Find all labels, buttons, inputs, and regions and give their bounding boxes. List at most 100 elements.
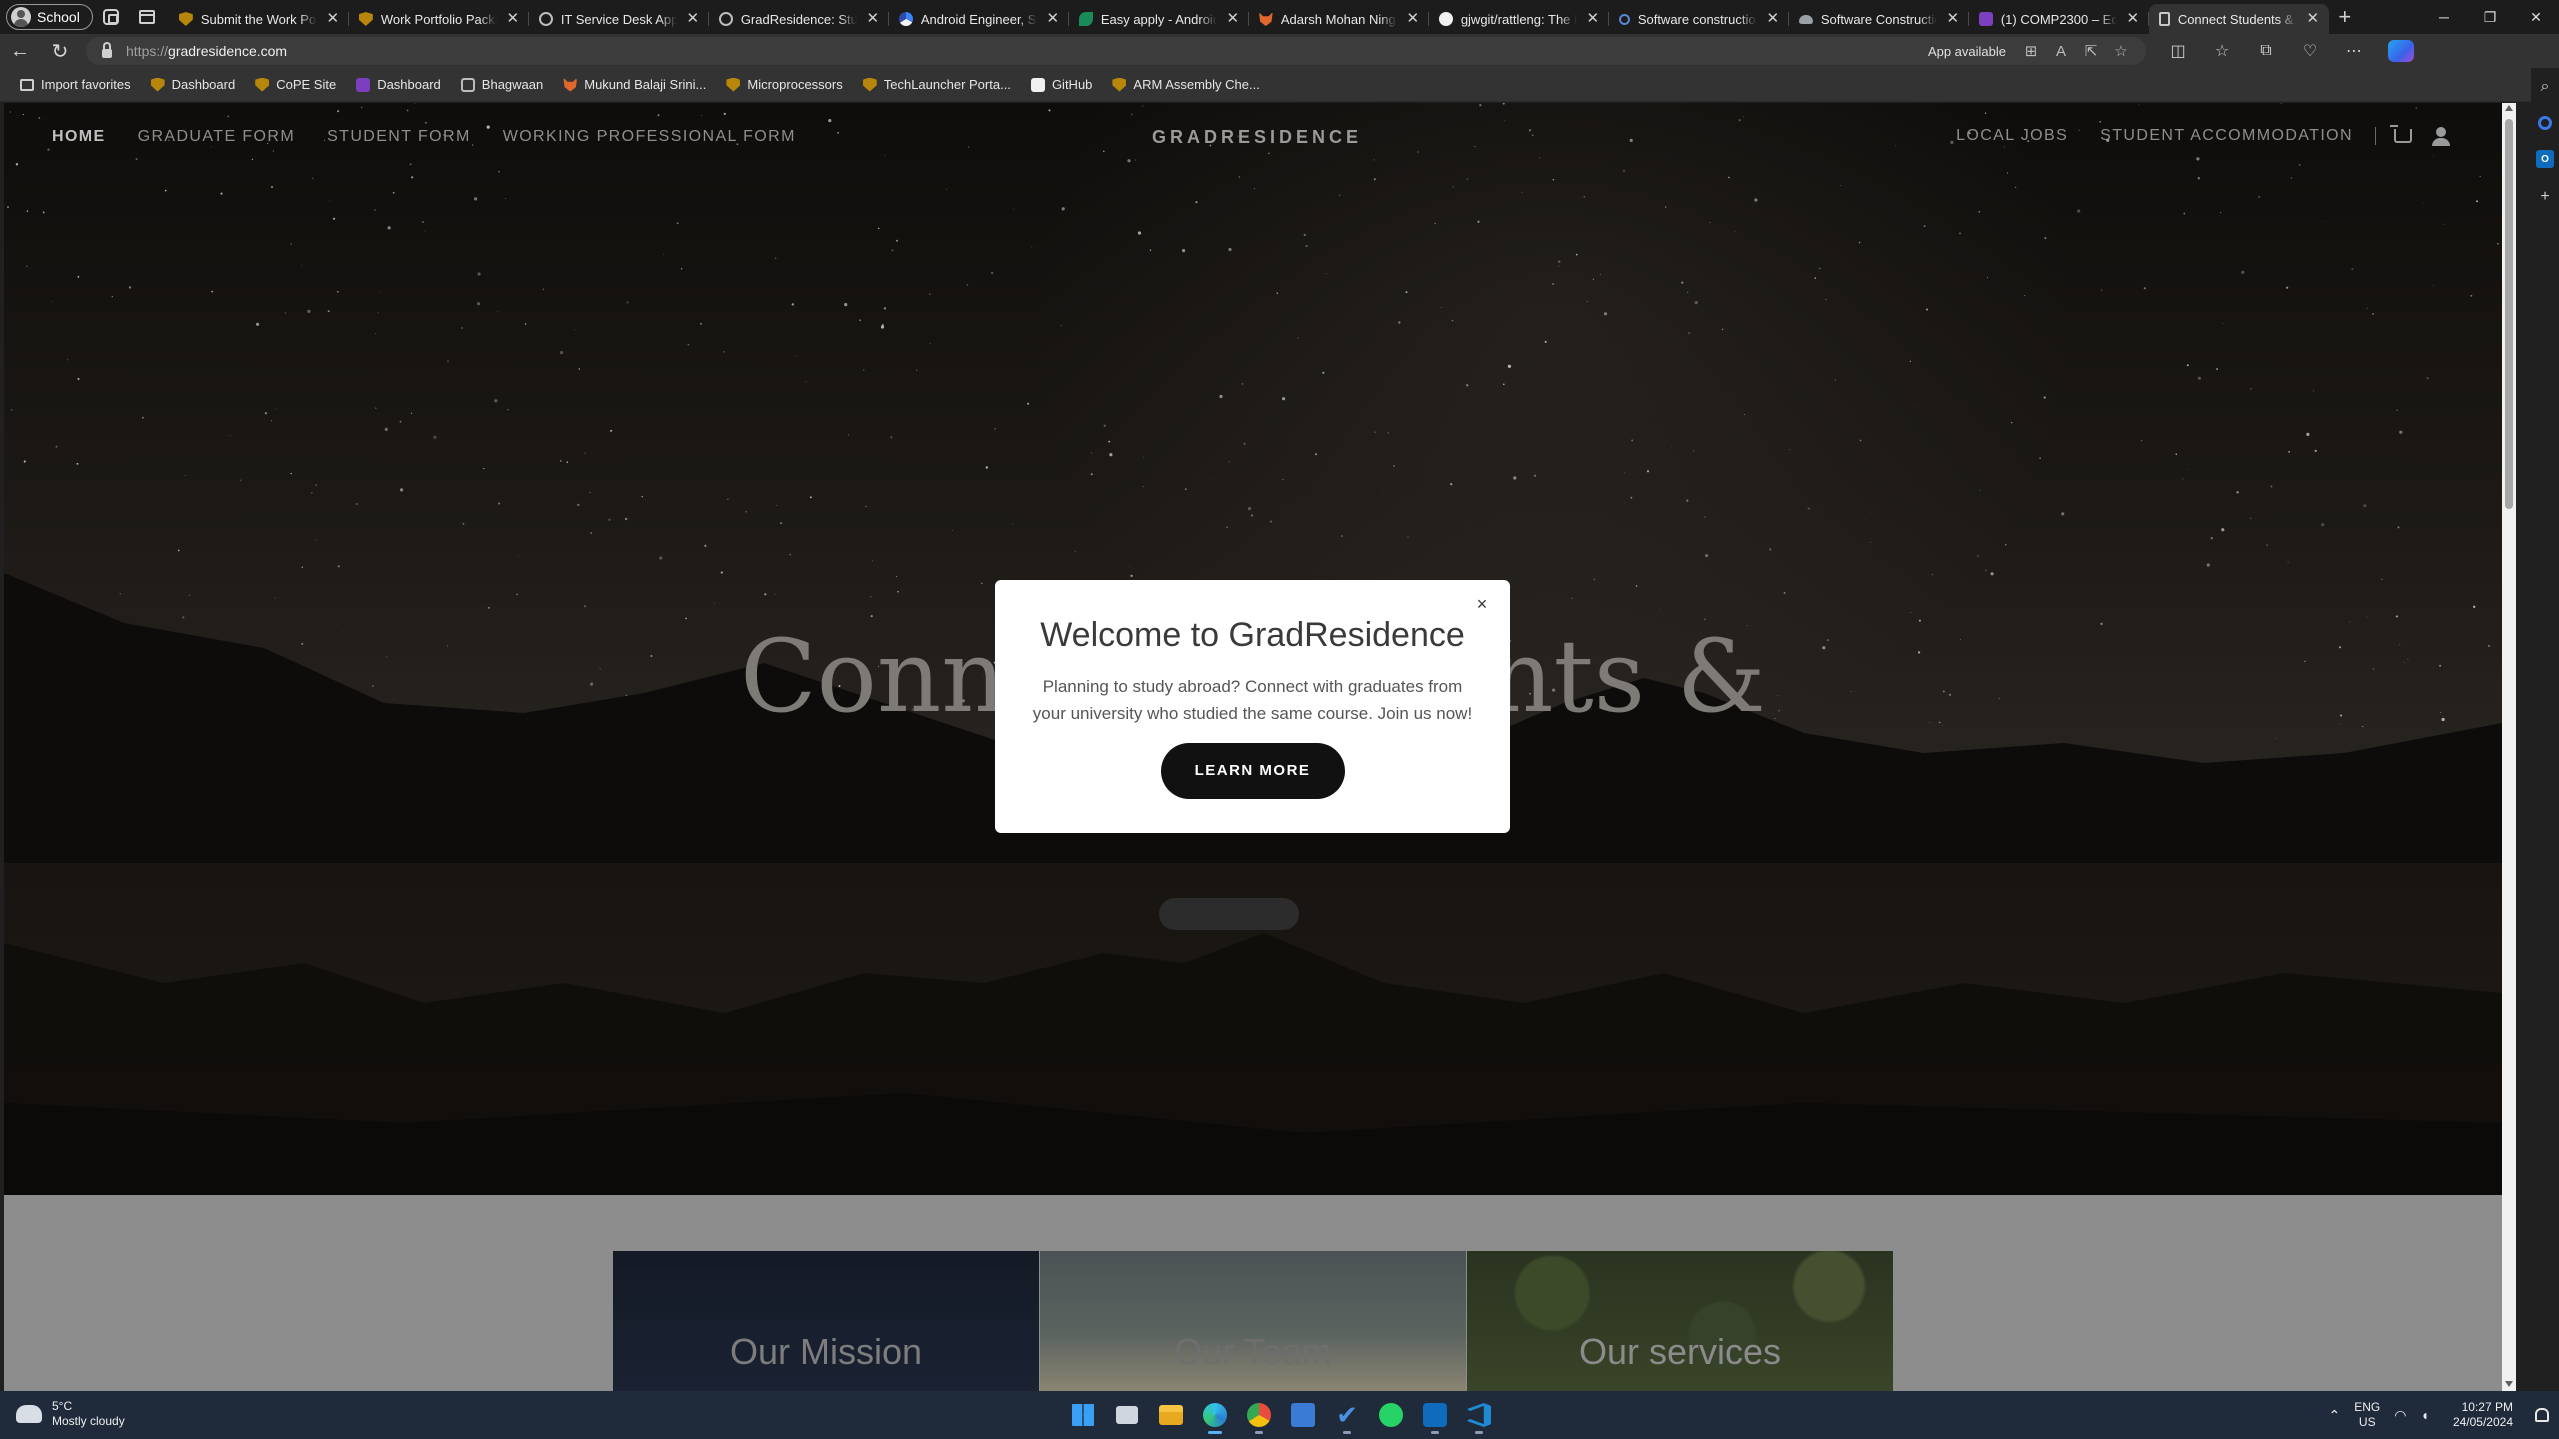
card-our-team[interactable]: Our Team xyxy=(1040,1251,1466,1391)
close-tab-icon[interactable]: ✕ xyxy=(2305,11,2321,27)
todo-button[interactable]: ✔ xyxy=(1328,1395,1366,1435)
nav-link-home[interactable]: HOME xyxy=(52,128,106,146)
install-app-icon[interactable]: ⊞ xyxy=(2016,38,2046,64)
back-icon[interactable]: ← xyxy=(0,35,40,67)
card-our-services[interactable]: Our services xyxy=(1467,1251,1893,1391)
hero-button[interactable] xyxy=(1159,898,1299,930)
volume-icon[interactable]: ◖ xyxy=(2420,1407,2428,1423)
tab-1[interactable]: Work Portfolio Package ✕ xyxy=(349,4,529,34)
favorite-item[interactable]: Microprocessors xyxy=(716,72,852,98)
site-logo[interactable]: GRADRESIDENCE xyxy=(1152,127,1362,148)
nav-link-local-jobs[interactable]: LOCAL JOBS xyxy=(1956,127,2068,145)
tab-11-active[interactable]: Connect Students & Graduates ✕ xyxy=(2148,4,2329,34)
tab-6[interactable]: Adarsh Mohan Ningappa ✕ xyxy=(1249,4,1429,34)
close-tab-icon[interactable]: ✕ xyxy=(505,11,521,27)
chevron-up-icon[interactable]: ⌃ xyxy=(2329,1407,2341,1424)
leaf-icon xyxy=(1078,12,1093,26)
browser-essentials-icon[interactable]: ♡ xyxy=(2288,35,2332,67)
close-tab-icon[interactable]: ✕ xyxy=(1225,11,1241,27)
favorites-icon[interactable]: ☆ xyxy=(2200,35,2244,67)
close-tab-icon[interactable]: ✕ xyxy=(685,11,701,27)
account-icon[interactable] xyxy=(2432,127,2450,146)
nav-link-graduate-form[interactable]: GRADUATE FORM xyxy=(138,128,295,146)
task-view-button[interactable] xyxy=(1108,1395,1146,1435)
chrome-button[interactable] xyxy=(1240,1395,1278,1435)
close-tab-icon[interactable]: ✕ xyxy=(2125,11,2141,27)
tab-4[interactable]: Android Engineer, Sydney ✕ xyxy=(889,4,1069,34)
more-menu-icon[interactable]: ⋯ xyxy=(2332,35,2376,67)
favorite-item[interactable]: Dashboard xyxy=(346,72,451,98)
tab-actions-button[interactable] xyxy=(129,2,165,32)
close-icon[interactable]: × xyxy=(1472,594,1492,614)
address-bar[interactable]: https://gradresidence.com App available … xyxy=(86,37,2146,65)
file-explorer-button[interactable] xyxy=(1152,1395,1190,1435)
refresh-icon[interactable]: ↻ xyxy=(40,35,80,67)
app-available-label[interactable]: App available xyxy=(1928,44,2006,59)
wifi-icon[interactable]: ◠ xyxy=(2394,1407,2406,1424)
favorite-item[interactable]: Dashboard xyxy=(141,72,246,98)
tab-3[interactable]: GradResidence: Student Accommodation ✕ xyxy=(709,4,889,34)
cart-icon[interactable] xyxy=(2390,125,2412,143)
whatsapp-button[interactable] xyxy=(1372,1395,1410,1435)
nav-link-working-professional-form[interactable]: WORKING PROFESSIONAL FORM xyxy=(503,128,796,146)
tab-5[interactable]: Easy apply - Android Developer ✕ xyxy=(1069,4,1249,34)
scroll-up-arrow-icon[interactable] xyxy=(2505,105,2513,111)
tab-9[interactable]: Software Construction ✕ xyxy=(1789,4,1969,34)
close-tab-icon[interactable]: ✕ xyxy=(325,11,341,27)
page-scrollbar[interactable] xyxy=(2502,103,2516,1391)
workspaces-button[interactable] xyxy=(93,2,129,32)
restore-icon[interactable]: ❐ xyxy=(2467,0,2513,34)
new-tab-button[interactable]: + xyxy=(2329,2,2361,32)
scroll-thumb[interactable] xyxy=(2505,119,2513,509)
favorite-item[interactable]: ARM Assembly Che... xyxy=(1102,72,1269,98)
learn-more-button[interactable]: LEARN MORE xyxy=(1160,743,1345,799)
tab-10[interactable]: (1) COMP2300 – Ed Discussion ✕ xyxy=(1969,4,2149,34)
close-tab-icon[interactable]: ✕ xyxy=(1405,11,1421,27)
copilot-sidebar-icon[interactable] xyxy=(2538,116,2552,130)
close-tab-icon[interactable]: ✕ xyxy=(1585,11,1601,27)
close-tab-icon[interactable]: ✕ xyxy=(1045,11,1061,27)
collections-icon[interactable]: ⧉ xyxy=(2244,35,2288,67)
copilot-button[interactable] xyxy=(2376,35,2420,67)
favorite-item[interactable]: TechLauncher Porta... xyxy=(853,72,1021,98)
share-icon[interactable]: ⇱ xyxy=(2076,38,2106,64)
favorite-item[interactable]: Import favorites xyxy=(10,72,141,98)
lock-icon[interactable] xyxy=(102,41,112,58)
card-our-mission[interactable]: Our Mission xyxy=(613,1251,1039,1391)
weather-widget[interactable]: 5°C Mostly cloudy xyxy=(12,1399,125,1429)
tab-8[interactable]: Software construction ✕ xyxy=(1609,4,1789,34)
chrome-icon xyxy=(898,12,913,26)
favorite-item[interactable]: Bhagwaan xyxy=(451,72,553,98)
nav-link-student-accommodation[interactable]: STUDENT ACCOMMODATION xyxy=(2100,127,2353,145)
search-icon[interactable]: ⌕ xyxy=(2536,78,2554,96)
add-sidebar-app-icon[interactable]: + xyxy=(2536,188,2554,206)
favorite-item[interactable]: Mukund Balaji Srini... xyxy=(553,72,716,98)
store-button[interactable] xyxy=(1284,1395,1322,1435)
start-button[interactable] xyxy=(1064,1395,1102,1435)
close-tab-icon[interactable]: ✕ xyxy=(865,11,881,27)
vscode-button[interactable] xyxy=(1460,1395,1498,1435)
profile-button[interactable]: School xyxy=(6,4,93,30)
favorite-star-icon[interactable]: ☆ xyxy=(2106,38,2136,64)
close-window-icon[interactable]: ✕ xyxy=(2513,0,2559,34)
clock[interactable]: 10:27 PM 24/05/2024 xyxy=(2453,1400,2513,1430)
close-tab-icon[interactable]: ✕ xyxy=(1765,11,1781,27)
scroll-down-arrow-icon[interactable] xyxy=(2505,1381,2513,1387)
outlook-button[interactable] xyxy=(1416,1395,1454,1435)
url-text[interactable]: https://gradresidence.com xyxy=(126,43,1928,59)
outlook-icon[interactable]: O xyxy=(2536,150,2554,168)
notification-bell-icon[interactable] xyxy=(2535,1408,2549,1422)
close-tab-icon[interactable]: ✕ xyxy=(1945,11,1961,27)
edge-button[interactable] xyxy=(1196,1395,1234,1435)
minimize-icon[interactable]: ─ xyxy=(2421,0,2467,34)
tab-7[interactable]: gjwgit/rattleng: The Next Generation ✕ xyxy=(1429,4,1609,34)
read-aloud-icon[interactable]: A xyxy=(2046,38,2076,64)
tab-2[interactable]: IT Service Desk Application ✕ xyxy=(529,4,709,34)
language-indicator[interactable]: ENG US xyxy=(2354,1400,2380,1430)
favorite-item[interactable]: GitHub xyxy=(1021,72,1102,98)
nav-link-student-form[interactable]: STUDENT FORM xyxy=(327,128,471,146)
split-screen-icon[interactable]: ◫ xyxy=(2156,35,2200,67)
tab-0[interactable]: Submit the Work Portfolio Package ✕ xyxy=(169,4,349,34)
favorite-item[interactable]: CoPE Site xyxy=(245,72,346,98)
todo-icon: ✔ xyxy=(1336,1400,1358,1430)
